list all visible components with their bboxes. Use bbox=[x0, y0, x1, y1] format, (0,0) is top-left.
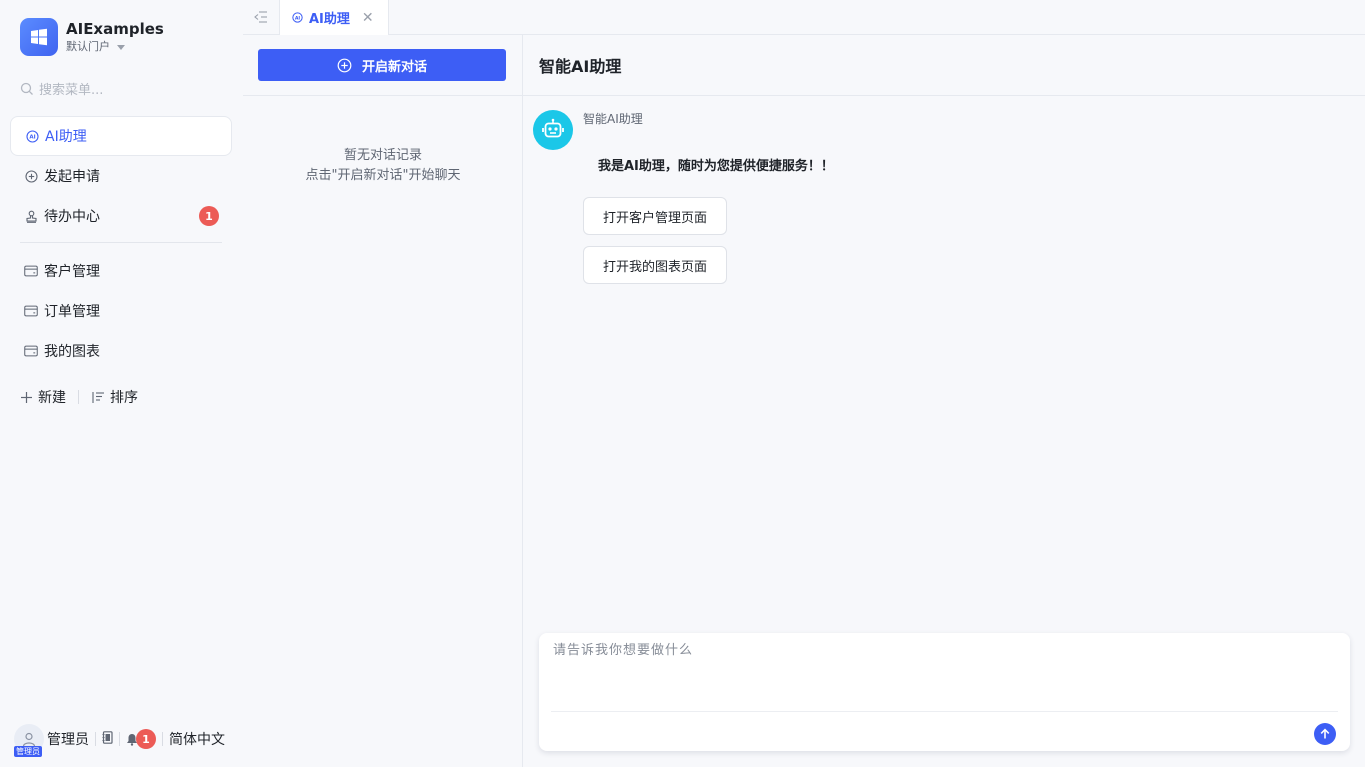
sidebar-item-label: AI助理 bbox=[45, 129, 87, 145]
sidebar-item-apply[interactable]: 发起申请 bbox=[10, 156, 232, 196]
card-icon bbox=[24, 344, 38, 358]
tab-label: AI助理 bbox=[309, 12, 350, 27]
footer-separator bbox=[119, 732, 120, 746]
footer-separator bbox=[95, 732, 96, 746]
new-menu-label: 新建 bbox=[38, 390, 66, 406]
sidebar-item-todo[interactable]: 待办中心 1 bbox=[10, 196, 232, 236]
menu-divider bbox=[20, 242, 222, 243]
ai-icon: AI bbox=[25, 129, 39, 143]
sidebar-item-label: 客户管理 bbox=[44, 264, 100, 280]
caret-down-icon bbox=[117, 44, 125, 50]
open-charts-button[interactable]: 打开我的图表页面 bbox=[583, 246, 727, 284]
sidebar-item-ai-assistant[interactable]: AI AI助理 bbox=[10, 116, 232, 156]
language-switcher[interactable]: 简体中文 bbox=[169, 729, 225, 749]
conversation-history-panel: 开启新对话 暂无对话记录 点击"开启新对话"开始聊天 bbox=[243, 35, 523, 767]
new-chat-button[interactable]: 开启新对话 bbox=[258, 49, 506, 81]
empty-history-line: 暂无对话记录 bbox=[343, 148, 422, 163]
portal-label: 默认门户 bbox=[66, 40, 110, 53]
notification-count-badge: 1 bbox=[136, 729, 156, 749]
input-divider bbox=[551, 711, 1338, 712]
notification-button[interactable]: 1 bbox=[126, 729, 156, 749]
windows-logo-icon bbox=[20, 18, 58, 56]
sidebar-item-label: 发起申请 bbox=[44, 169, 100, 185]
sidebar-item-label: 订单管理 bbox=[44, 304, 100, 320]
sort-menu-label: 排序 bbox=[110, 390, 138, 406]
action-separator bbox=[78, 390, 79, 404]
collapse-sidebar-button[interactable] bbox=[243, 0, 279, 34]
chat-panel: 智能AI助理 智能AI助理 我是AI助理，随时为您提供便捷服务！！ 打开客户管理… bbox=[523, 35, 1365, 767]
sidebar: AIExamples 默认门户 搜索菜单... AI AI助理 发起申请 待办中… bbox=[0, 0, 243, 767]
tab-bar: AI AI助理 ✕ bbox=[243, 0, 1365, 35]
sidebar-item-my-charts[interactable]: 我的图表 bbox=[10, 331, 232, 371]
plus-icon bbox=[21, 391, 32, 403]
tab-ai-assistant[interactable]: AI AI助理 ✕ bbox=[279, 0, 389, 35]
sidebar-item-orders[interactable]: 订单管理 bbox=[10, 291, 232, 331]
avatar[interactable]: 管理员 bbox=[14, 724, 44, 757]
ai-icon: AI bbox=[292, 12, 303, 23]
sidebar-menu: AI AI助理 发起申请 待办中心 1 客户管理 订单管理 我的图表 bbox=[10, 116, 232, 371]
robot-icon bbox=[533, 110, 573, 150]
chat-input-placeholder[interactable]: 请告诉我你想要做什么 bbox=[553, 639, 693, 658]
avatar-role-tag: 管理员 bbox=[14, 746, 42, 757]
card-icon bbox=[24, 304, 38, 318]
bot-name: 智能AI助理 bbox=[583, 112, 643, 126]
sort-menu-button[interactable]: 排序 bbox=[91, 387, 138, 407]
open-customers-button[interactable]: 打开客户管理页面 bbox=[583, 197, 727, 235]
todo-count-badge: 1 bbox=[199, 206, 219, 226]
empty-history-hint: 点击"开启新对话"开始聊天 bbox=[305, 168, 461, 183]
new-menu-button[interactable]: 新建 bbox=[20, 387, 66, 407]
plus-circle-icon bbox=[24, 169, 38, 183]
address-book-icon[interactable] bbox=[102, 730, 113, 748]
footer-separator bbox=[162, 732, 163, 746]
collapse-menu-icon bbox=[254, 11, 267, 23]
chat-input-box[interactable]: 请告诉我你想要做什么 bbox=[539, 633, 1350, 751]
sort-icon bbox=[92, 391, 104, 403]
user-icon bbox=[22, 732, 36, 747]
sidebar-footer: 管理员 管理员 1 简体中文 bbox=[14, 724, 225, 757]
history-divider bbox=[243, 95, 523, 96]
close-icon[interactable]: ✕ bbox=[362, 10, 374, 26]
sidebar-item-label: 待办中心 bbox=[44, 209, 100, 225]
brand[interactable]: AIExamples 默认门户 bbox=[20, 18, 164, 56]
new-chat-label: 开启新对话 bbox=[361, 58, 427, 74]
svg-text:AI: AI bbox=[295, 15, 301, 21]
search-placeholder: 搜索菜单... bbox=[39, 83, 104, 98]
brand-title: AIExamples bbox=[66, 20, 164, 38]
arrow-up-icon bbox=[1320, 728, 1330, 739]
stamp-icon bbox=[24, 209, 38, 223]
send-button[interactable] bbox=[1314, 723, 1336, 745]
bot-message-text: 我是AI助理，随时为您提供便捷服务！！ bbox=[598, 159, 834, 174]
search-icon bbox=[20, 82, 33, 95]
sidebar-item-customers[interactable]: 客户管理 bbox=[10, 251, 232, 291]
empty-history-message: 暂无对话记录 点击"开启新对话"开始聊天 bbox=[243, 146, 523, 186]
sidebar-item-label: 我的图表 bbox=[44, 344, 100, 360]
chat-title: 智能AI助理 bbox=[523, 35, 1365, 96]
svg-text:AI: AI bbox=[29, 134, 35, 140]
portal-selector[interactable]: 默认门户 bbox=[66, 39, 164, 55]
menu-search[interactable]: 搜索菜单... bbox=[20, 79, 103, 98]
plus-circle-icon bbox=[337, 58, 352, 72]
card-icon bbox=[24, 264, 38, 278]
menu-actions: 新建 排序 bbox=[20, 387, 138, 407]
user-name[interactable]: 管理员 bbox=[47, 729, 89, 749]
